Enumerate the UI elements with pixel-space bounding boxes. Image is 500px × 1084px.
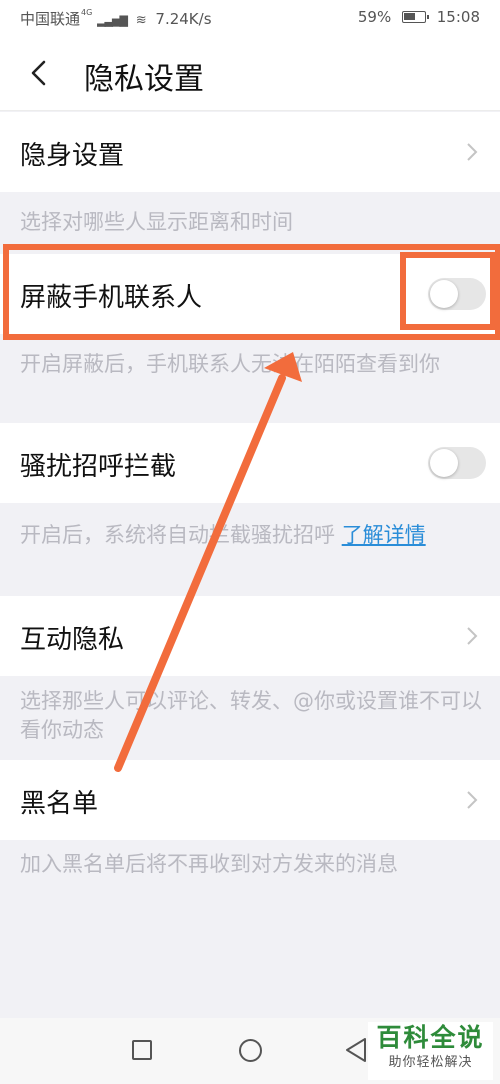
watermark-logo: 百科全说 助你轻松解决 — [368, 1022, 493, 1080]
signal-icon: ▂▃▅▇ — [97, 14, 128, 27]
interaction-privacy-desc: 选择那些人可以评论、转发、@你或设置谁不可以看你动态 — [20, 689, 482, 742]
toggle-knob — [430, 280, 458, 308]
harass-block-desc: 开启后，系统将自动拦截骚扰招呼 了解详情 — [20, 521, 490, 550]
status-bar: 中国联通4G ▂▃▅▇ ≋ 7.24K/s 59% 15:08 — [0, 0, 500, 36]
block-contacts-toggle[interactable] — [428, 278, 486, 310]
watermark-subtitle: 助你轻松解决 — [388, 1055, 473, 1070]
harass-block-desc-text: 开启后，系统将自动拦截骚扰招呼 — [20, 523, 342, 547]
stealth-settings-label: 隐身设置 — [20, 141, 125, 171]
page-title: 隐私设置 — [84, 62, 204, 97]
learn-more-link[interactable]: 了解详情 — [342, 523, 426, 547]
recent-apps-icon[interactable] — [132, 1040, 152, 1060]
settings-row-stealth[interactable]: 隐身设置 — [0, 112, 500, 192]
chevron-right-icon — [467, 143, 478, 161]
harass-block-label: 骚扰招呼拦截 — [20, 452, 177, 482]
settings-row-harass-block[interactable]: 骚扰招呼拦截 — [0, 423, 500, 503]
nav-bar: 隐私设置 — [0, 36, 500, 111]
settings-row-interaction-privacy[interactable]: 互动隐私 — [0, 596, 500, 676]
chevron-right-icon — [467, 791, 478, 809]
stealth-settings-desc: 选择对哪些人显示距离和时间 — [20, 210, 293, 234]
settings-row-block-contacts[interactable]: 屏蔽手机联系人 — [0, 254, 500, 334]
toggle-knob — [430, 449, 458, 477]
battery-fill — [403, 13, 415, 20]
status-right: 59% 15:08 — [358, 8, 480, 26]
wifi-icon: ≋ — [135, 13, 147, 28]
settings-row-blacklist[interactable]: 黑名单 — [0, 760, 500, 840]
home-icon[interactable] — [239, 1039, 262, 1062]
battery-percent: 59% — [357, 8, 392, 26]
network-tag: 4G — [81, 8, 93, 17]
back-arrow-icon[interactable] — [28, 60, 50, 86]
block-contacts-desc: 开启屏蔽后，手机联系人无法在陌陌查看到你 — [20, 352, 440, 376]
block-contacts-label: 屏蔽手机联系人 — [20, 283, 203, 313]
watermark-title: 百科全说 — [376, 1023, 485, 1052]
carrier-name: 中国联通 — [20, 10, 81, 28]
status-left: 中国联通4G ▂▃▅▇ ≋ 7.24K/s — [20, 8, 212, 29]
network-speed: 7.24K/s — [155, 10, 212, 28]
chevron-right-icon — [467, 627, 478, 645]
battery-icon — [401, 11, 429, 23]
blacklist-desc: 加入黑名单后将不再收到对方发来的消息 — [20, 852, 398, 876]
blacklist-label: 黑名单 — [20, 789, 99, 819]
harass-block-toggle[interactable] — [428, 447, 486, 479]
interaction-privacy-label: 互动隐私 — [20, 625, 125, 655]
back-triangle-icon[interactable] — [344, 1037, 368, 1063]
clock: 15:08 — [436, 8, 480, 26]
